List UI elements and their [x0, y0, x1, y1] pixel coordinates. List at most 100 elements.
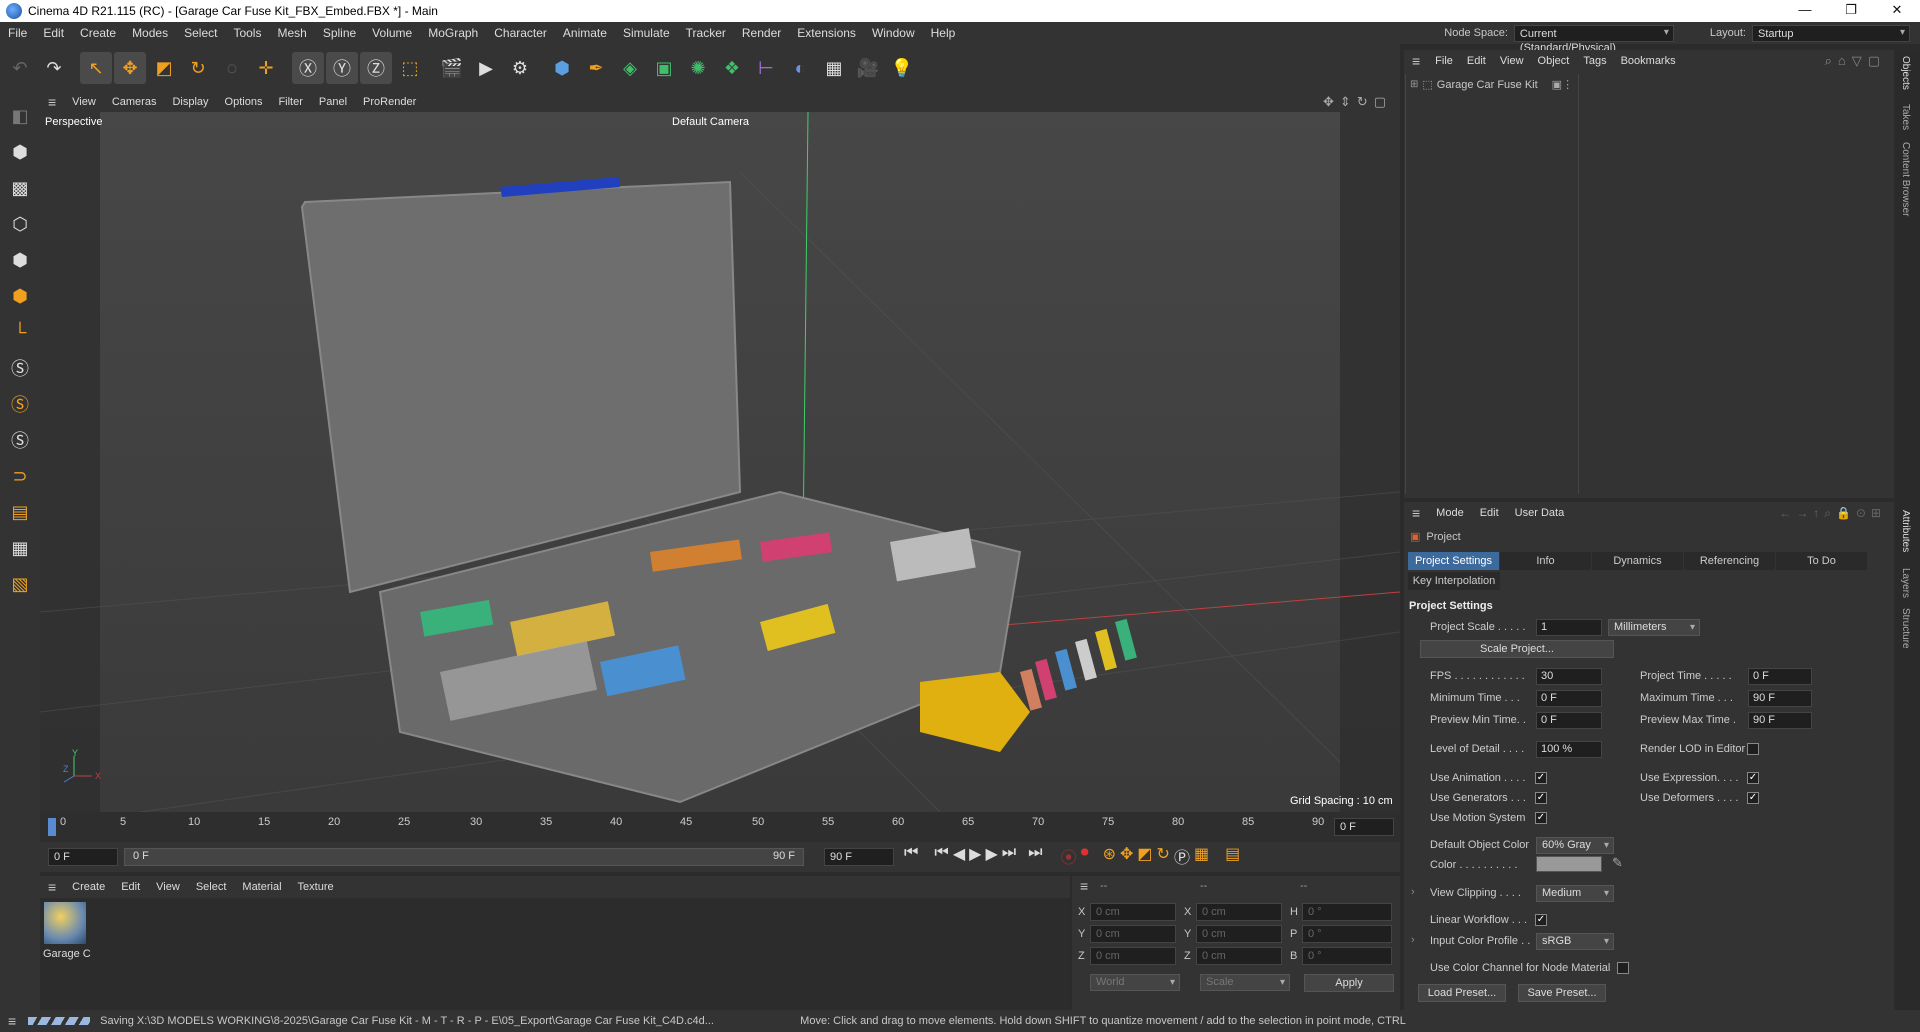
magnet-icon[interactable]: ⊃ [4, 460, 36, 492]
render-settings-icon[interactable]: ⚙ [504, 52, 536, 84]
floor-icon[interactable]: ▦ [818, 52, 850, 84]
camera-icon[interactable]: 🎥 [852, 52, 884, 84]
camera-name[interactable]: Default Camera [672, 116, 749, 128]
timeline-window-icon[interactable]: ▤ [1225, 844, 1240, 868]
render-lod-checkbox[interactable] [1747, 743, 1759, 755]
tab-info[interactable]: Info [1500, 552, 1591, 570]
autokey-icon[interactable]: ⏺ [1081, 844, 1089, 868]
material-menu-create[interactable]: Create [64, 881, 113, 893]
objects-menu-edit[interactable]: Edit [1460, 55, 1493, 67]
quantize-icon[interactable]: Ⓢ [4, 424, 36, 456]
objects-menu-view[interactable]: View [1493, 55, 1531, 67]
current-frame-field[interactable]: 0 F [1334, 818, 1394, 836]
start-frame-field[interactable]: 0 F [48, 848, 118, 866]
color-channel-checkbox[interactable] [1617, 962, 1629, 974]
menu-mesh[interactable]: Mesh [269, 26, 314, 40]
material-menu-view[interactable]: View [148, 881, 188, 893]
extrude-generator-icon[interactable]: ▣ [648, 52, 680, 84]
viewport-menu-options[interactable]: Options [217, 96, 271, 108]
x-axis-lock-icon[interactable]: Ⓧ [292, 52, 324, 84]
attr-hamburger-icon[interactable]: ≡ [1404, 505, 1428, 521]
viewport-nav-icons[interactable]: ✥⇕↻▢ [1323, 94, 1392, 110]
coord-world-dropdown[interactable]: World [1090, 974, 1180, 991]
menu-tools[interactable]: Tools [225, 26, 269, 40]
menu-file[interactable]: File [0, 26, 35, 40]
minimize-button[interactable]: — [1782, 0, 1828, 22]
material-menu-select[interactable]: Select [188, 881, 235, 893]
record-icon[interactable]: ⦿ [1061, 844, 1077, 868]
scale-tool-icon[interactable]: ◩ [148, 52, 180, 84]
project-scale-field[interactable]: 1 [1536, 619, 1602, 636]
move-tool-icon[interactable]: ✥ [114, 52, 146, 84]
objects-menu-object[interactable]: Object [1531, 55, 1577, 67]
render-picture-viewer-icon[interactable]: ▶ [470, 52, 502, 84]
color-swatch[interactable] [1536, 856, 1602, 872]
input-color-expand-icon[interactable]: › [1411, 934, 1415, 946]
fps-field[interactable]: 30 [1536, 668, 1602, 685]
objects-menu-bookmarks[interactable]: Bookmarks [1614, 55, 1683, 67]
use-motion-checkbox[interactable]: ✓ [1535, 812, 1547, 824]
menu-tracker[interactable]: Tracker [678, 26, 734, 40]
attr-menu-mode[interactable]: Mode [1428, 507, 1472, 519]
coordinate-system-icon[interactable]: ⬚ [394, 52, 426, 84]
make-editable-icon[interactable]: ◧ [4, 100, 36, 132]
load-preset-button[interactable]: Load Preset... [1418, 984, 1506, 1002]
coord-x-size[interactable]: 0 cm [1196, 903, 1282, 921]
coord-y-size[interactable]: 0 cm [1196, 925, 1282, 943]
lod-field[interactable]: 100 % [1536, 741, 1602, 758]
render-view-icon[interactable]: 🎬 [436, 52, 468, 84]
menu-spline[interactable]: Spline [315, 26, 364, 40]
coord-scale-dropdown[interactable]: Scale [1200, 974, 1290, 991]
recent-tool-icon[interactable]: ◌ [216, 52, 248, 84]
undo-icon[interactable]: ↶ [4, 52, 36, 84]
next-key-icon[interactable]: ⏭ [1002, 844, 1016, 868]
attr-nav-icons[interactable]: ←→↑⌕🔒⊙⊞ [1779, 506, 1886, 521]
play-icon[interactable]: ▶ [969, 844, 981, 868]
snap-icon[interactable]: Ⓢ [4, 352, 36, 384]
live-selection-icon[interactable]: ↖ [80, 52, 112, 84]
menu-simulate[interactable]: Simulate [615, 26, 678, 40]
project-scale-unit-dropdown[interactable]: Millimeters [1608, 619, 1700, 636]
preview-max-field[interactable]: 90 F [1748, 712, 1812, 729]
expand-icon[interactable]: ⊞ [1410, 79, 1418, 90]
use-expression-checkbox[interactable]: ✓ [1747, 772, 1759, 784]
min-time-field[interactable]: 0 F [1536, 690, 1602, 707]
key-parameter-icon[interactable]: Ⓟ [1174, 844, 1190, 868]
3d-viewport[interactable]: Y Z X [40, 112, 1400, 812]
vtab-attributes[interactable]: Attributes [1900, 510, 1911, 552]
use-animation-checkbox[interactable]: ✓ [1535, 772, 1547, 784]
eyedropper-icon[interactable]: ✎ [1612, 855, 1623, 871]
menu-help[interactable]: Help [923, 26, 964, 40]
save-preset-button[interactable]: Save Preset... [1518, 984, 1606, 1002]
keyframe-selection-icon[interactable]: ⊛ [1103, 844, 1116, 868]
material-menu-material[interactable]: Material [234, 881, 289, 893]
add-object-icon[interactable]: ✛ [250, 52, 282, 84]
menu-mograph[interactable]: MoGraph [420, 26, 486, 40]
layout-dropdown[interactable]: Startup [1752, 24, 1910, 42]
go-to-end-icon[interactable]: ⏭ [1028, 844, 1042, 868]
objects-search-icons[interactable]: ⌕⌂▽▢ [1825, 53, 1886, 69]
pen-spline-icon[interactable]: ✒ [580, 52, 612, 84]
edges-mode-icon[interactable]: ⬢ [4, 244, 36, 276]
object-row[interactable]: ⊞ ⬚ Garage Car Fuse Kit ▣⋮ [1410, 78, 1573, 92]
node-space-dropdown[interactable]: Current (Standard/Physical) [1513, 24, 1674, 54]
coord-p-rotation[interactable]: 0 ° [1302, 925, 1392, 943]
axis-mode-icon[interactable]: └ [4, 316, 36, 348]
objects-menu-file[interactable]: File [1428, 55, 1460, 67]
close-button[interactable]: ✕ [1874, 0, 1920, 22]
use-deformers-checkbox[interactable]: ✓ [1747, 792, 1759, 804]
texture-mode-icon[interactable]: ▩ [4, 172, 36, 204]
locked-workplane-icon[interactable]: ▧ [4, 568, 36, 600]
preview-min-field[interactable]: 0 F [1536, 712, 1602, 729]
status-hamburger-icon[interactable]: ≡ [0, 1013, 24, 1029]
project-time-field[interactable]: 0 F [1748, 668, 1812, 685]
coord-y-position[interactable]: 0 cm [1090, 925, 1176, 943]
material-menu-texture[interactable]: Texture [290, 881, 342, 893]
coord-h-rotation[interactable]: 0 ° [1302, 903, 1392, 921]
vtab-content-browser[interactable]: Content Browser [1900, 142, 1911, 216]
menu-select[interactable]: Select [176, 26, 225, 40]
viewport-menu-cameras[interactable]: Cameras [104, 96, 165, 108]
range-slider[interactable]: 0 F 90 F [124, 848, 804, 866]
workplane-icon[interactable]: ▤ [4, 496, 36, 528]
objects-menu-tags[interactable]: Tags [1576, 55, 1613, 67]
